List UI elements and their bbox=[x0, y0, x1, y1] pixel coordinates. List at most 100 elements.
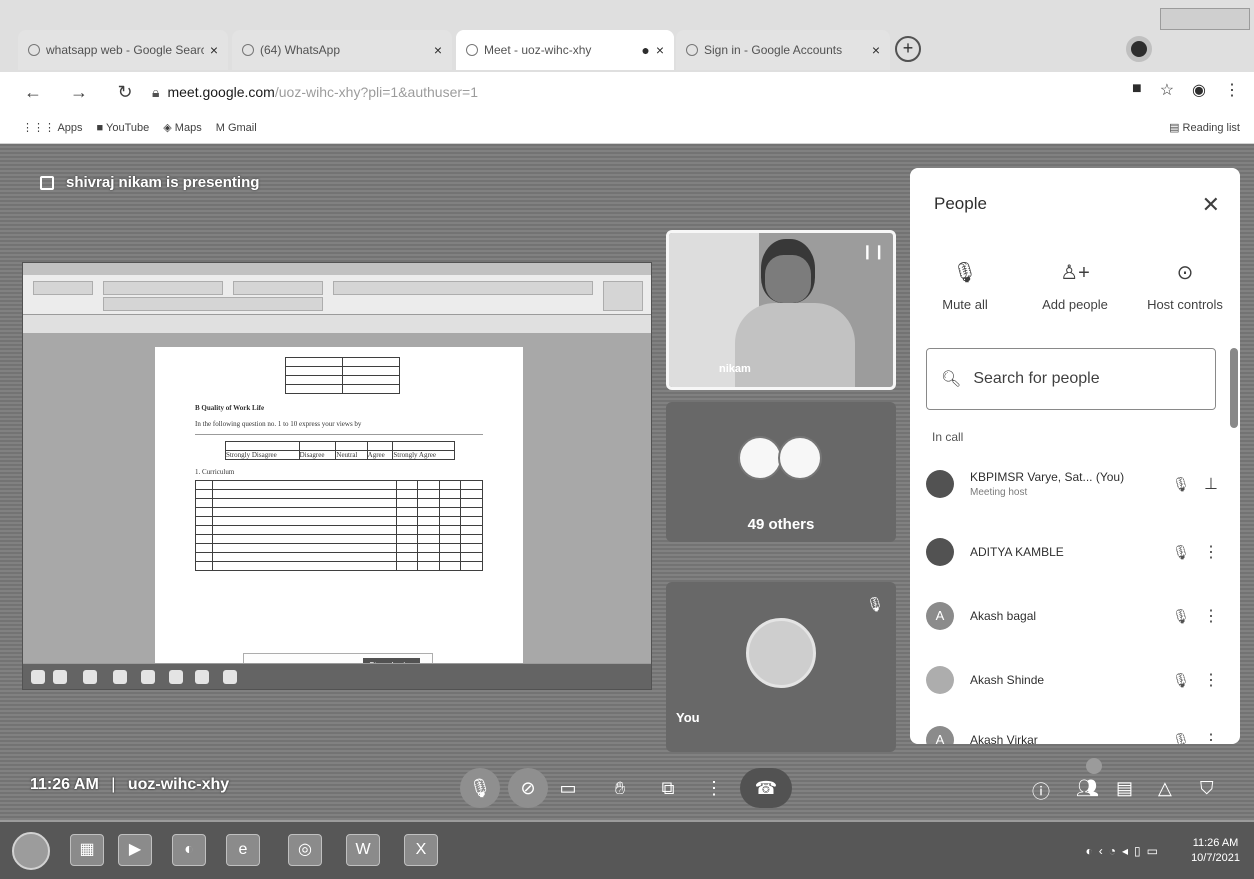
whatsapp-icon bbox=[242, 44, 254, 56]
presenter-video-tile[interactable]: ❙❙ nikam bbox=[666, 230, 896, 390]
people-icon[interactable]: 👥︎ bbox=[1076, 778, 1099, 799]
shared-screen: B Quality of Work Life In the following … bbox=[22, 262, 652, 690]
activities-icon[interactable]: △ bbox=[1158, 778, 1172, 799]
bookmark-apps[interactable]: ⋮⋮⋮ Apps bbox=[22, 121, 83, 134]
start-button[interactable] bbox=[12, 832, 50, 870]
menu-icon[interactable]: ⋮ bbox=[1224, 80, 1240, 100]
bookmark-label: Gmail bbox=[227, 121, 257, 134]
separator: | bbox=[111, 776, 116, 793]
info-icon[interactable]: ⓘ bbox=[1032, 778, 1050, 804]
scale-cell: Agree bbox=[366, 450, 394, 460]
participant-row[interactable]: Akash Shinde 🎙︎ ⋮ bbox=[926, 660, 1226, 700]
window-controls[interactable] bbox=[1160, 8, 1250, 30]
ie-icon[interactable]: e bbox=[226, 834, 260, 866]
youtube-icon: ■ bbox=[96, 121, 107, 134]
reading-list[interactable]: ▤ Reading list bbox=[1169, 121, 1240, 134]
search-input[interactable]: 🔍︎ Search for people bbox=[926, 348, 1216, 410]
chrome-icon[interactable]: ◎ bbox=[288, 834, 322, 866]
reload-icon[interactable]: ↻ bbox=[112, 82, 138, 103]
url-field[interactable]: 🔒︎ meet.google.com/uoz-wihc-xhy?pli=1&au… bbox=[152, 84, 478, 101]
browser-icon[interactable]: ◐ bbox=[172, 834, 206, 866]
media-player-icon[interactable]: ▶ bbox=[118, 834, 152, 866]
tab-title: (64) WhatsApp bbox=[260, 43, 341, 57]
raise-hand-button[interactable]: ✋︎ bbox=[600, 768, 640, 808]
add-people-button[interactable]: ♙+ Add people bbox=[1020, 260, 1130, 312]
word-title-bar bbox=[23, 263, 651, 275]
tab-google-signin[interactable]: Sign in - Google Accounts × bbox=[676, 30, 890, 70]
avatar bbox=[738, 436, 782, 480]
more-options-button[interactable]: ⋮ bbox=[694, 768, 734, 808]
bookmark-gmail[interactable]: M Gmail bbox=[216, 122, 257, 134]
person-face bbox=[765, 255, 811, 303]
participant-row[interactable]: A Akash bagal 🎙︎ ⋮ bbox=[926, 596, 1226, 636]
bookmark-label: Apps bbox=[57, 122, 83, 134]
mic-off-icon[interactable]: 🎙︎ bbox=[1166, 476, 1196, 493]
new-tab-button[interactable]: + bbox=[895, 36, 921, 62]
mic-off-icon[interactable]: 🎙︎ bbox=[1166, 672, 1196, 689]
bookmark-maps[interactable]: ◈ Maps bbox=[163, 121, 201, 134]
maps-icon: ◈ bbox=[163, 122, 175, 134]
mic-off-icon: 🎙︎ bbox=[468, 778, 492, 798]
avatar bbox=[926, 470, 954, 498]
pin-icon[interactable]: ⊥ bbox=[1196, 474, 1226, 494]
more-options-icon[interactable]: ⋮ bbox=[1196, 670, 1226, 690]
camera-icon[interactable]: ■ bbox=[1132, 80, 1142, 100]
host-controls-button[interactable]: ⊙ Host controls bbox=[1130, 260, 1240, 312]
tab-meet[interactable]: Meet - uoz-wihc-xhy ● × bbox=[456, 30, 674, 70]
participant-row[interactable]: KBPIMSR Varye, Sat... (You) Meeting host … bbox=[926, 464, 1226, 504]
captions-button[interactable]: ▭ bbox=[548, 768, 588, 808]
host-shield-icon[interactable]: ⛉ bbox=[1200, 778, 1214, 799]
camera-toggle-button[interactable]: ⊘ bbox=[508, 768, 548, 808]
mic-off-icon[interactable]: 🎙︎ bbox=[1166, 732, 1196, 745]
participant-row[interactable]: A Akash Virkar 🎙︎ ⋮ bbox=[926, 720, 1226, 744]
more-options-icon[interactable]: ⋮ bbox=[1196, 542, 1226, 562]
camera-off-icon: ⊘ bbox=[520, 778, 536, 798]
close-icon[interactable]: × bbox=[872, 42, 880, 58]
shared-taskbar bbox=[23, 663, 651, 689]
back-icon[interactable]: ← bbox=[20, 82, 46, 103]
doc-section-heading: B Quality of Work Life bbox=[195, 404, 265, 412]
end-call-button[interactable]: ☎︎ bbox=[740, 768, 792, 808]
explorer-icon[interactable]: ▦ bbox=[70, 834, 104, 866]
more-options-icon[interactable]: ⋮ bbox=[1196, 730, 1226, 744]
mic-toggle-button[interactable]: 🎙︎ bbox=[460, 768, 500, 808]
doc-subsection: 1. Curriculum bbox=[195, 468, 235, 476]
more-options-icon[interactable]: ⋮ bbox=[1196, 606, 1226, 626]
others-label: 49 others bbox=[747, 516, 815, 533]
meet-icon bbox=[466, 44, 478, 56]
participant-count-badge bbox=[1086, 758, 1102, 774]
close-icon[interactable]: × bbox=[210, 42, 218, 58]
close-icon[interactable]: × bbox=[434, 42, 442, 58]
avatar bbox=[926, 666, 954, 694]
profile-icon[interactable] bbox=[1126, 36, 1152, 62]
doc-table-top bbox=[284, 357, 401, 394]
scrollbar[interactable] bbox=[1230, 348, 1238, 428]
word-icon[interactable]: W bbox=[346, 834, 380, 866]
others-tile[interactable]: 49 others bbox=[666, 402, 896, 542]
url-host: meet.google.com bbox=[167, 84, 275, 100]
search-placeholder: Search for people bbox=[973, 370, 1100, 387]
self-tile[interactable]: 🎙︎ You bbox=[666, 582, 896, 752]
recording-dot-icon: ● bbox=[641, 42, 650, 58]
tab-google-search[interactable]: whatsapp web - Google Search × bbox=[18, 30, 228, 70]
mic-off-icon[interactable]: 🎙︎ bbox=[1166, 544, 1196, 561]
star-icon[interactable]: ☆ bbox=[1160, 80, 1174, 100]
taskbar-clock[interactable]: 11:26 AM 10/7/2021 bbox=[1191, 836, 1240, 866]
meet-stage: shivraj nikam is presenting B Quality of… bbox=[0, 144, 1254, 820]
mic-off-icon[interactable]: 🎙︎ bbox=[1166, 608, 1196, 625]
system-tray[interactable]: ◐‹◔◂▯▭ bbox=[1086, 844, 1164, 858]
forward-icon[interactable]: → bbox=[66, 82, 92, 103]
bookmark-youtube[interactable]: ■ YouTube bbox=[97, 122, 150, 134]
close-icon[interactable]: ✕ bbox=[1202, 192, 1220, 218]
bookmarks-bar: ⋮⋮⋮ Apps ■ YouTube ◈ Maps M Gmail ▤ Read… bbox=[0, 112, 1254, 144]
chat-icon[interactable]: ▤ bbox=[1116, 778, 1133, 799]
speaking-icon: ❙❙ bbox=[861, 243, 885, 259]
close-icon[interactable]: × bbox=[656, 42, 664, 58]
excel-icon[interactable]: X bbox=[404, 834, 438, 866]
mute-all-button[interactable]: 🎙︎ Mute all bbox=[910, 260, 1020, 312]
tab-whatsapp[interactable]: (64) WhatsApp × bbox=[232, 30, 452, 70]
action-label: Mute all bbox=[942, 297, 988, 312]
profile-icon[interactable]: ◉ bbox=[1192, 80, 1206, 100]
participant-row[interactable]: ADITYA KAMBLE 🎙︎ ⋮ bbox=[926, 532, 1226, 572]
present-button[interactable]: ⧉ bbox=[648, 768, 688, 808]
